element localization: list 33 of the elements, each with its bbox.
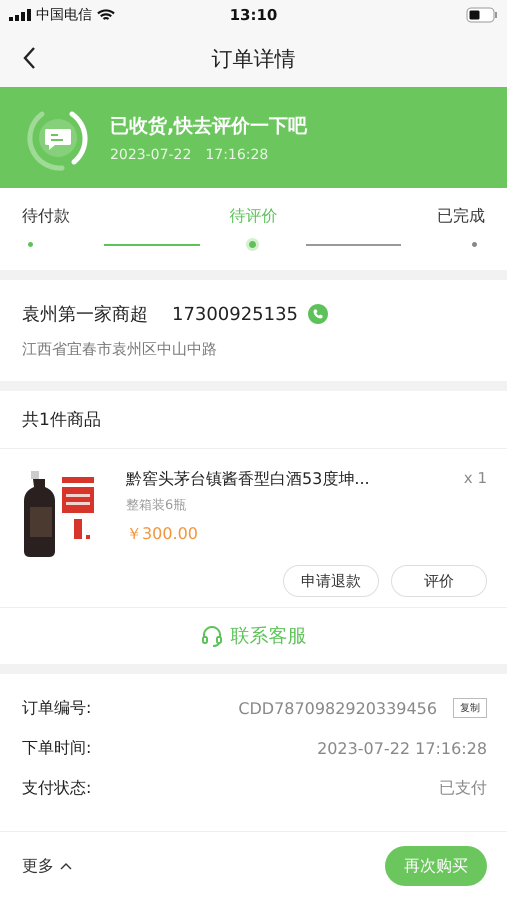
info-label: 订单编号: — [22, 698, 92, 718]
action-button[interactable]: 评价 — [391, 565, 487, 597]
quantity: x 1 — [464, 469, 487, 489]
progress-step: 待付款 — [22, 206, 70, 227]
goods-count: 共1件商品 — [22, 410, 101, 430]
info-value: 已支付 — [438, 778, 487, 798]
signal-icon — [9, 9, 31, 21]
wifi-icon — [97, 8, 115, 22]
status-date: 2023-07-22 — [110, 146, 192, 162]
action-button[interactable]: 申请退款 — [283, 565, 379, 597]
info-label: 支付状态: — [22, 778, 92, 798]
store-address: 江西省宜春市袁州区中山中路 — [22, 340, 218, 359]
progress-step: 已完成 — [437, 206, 485, 227]
caret-icon — [60, 862, 72, 870]
info-value: CDD7870982920339456 — [237, 698, 437, 718]
status-title: 已收货,快去评价一下吧 — [110, 114, 308, 138]
status-time: 17:16:28 — [205, 146, 268, 162]
headset-icon — [200, 625, 222, 647]
product-name: 黔窖头茅台镇酱香型白酒53度坤... — [126, 469, 370, 490]
window-title: 订单详情 — [212, 46, 296, 72]
clock-time: 13:10 — [230, 6, 278, 24]
info-value: 2023-07-22 17:16:28 — [316, 738, 487, 758]
progress-step: 待评价 — [230, 206, 278, 227]
battery-icon — [466, 7, 498, 23]
carrier-name: 中国电信 — [36, 6, 92, 24]
phone-number: 17300925135 — [172, 304, 298, 324]
back-icon[interactable] — [22, 46, 36, 70]
more-button[interactable]: 更多 — [22, 856, 72, 876]
product-price: ￥300.00 — [126, 524, 199, 545]
store-name: 袁州第一家商超 — [22, 303, 148, 326]
copy-button[interactable]: 复制 — [453, 698, 487, 718]
product-spec: 整箱装6瓶 — [126, 497, 188, 514]
info-label: 下单时间: — [22, 738, 92, 758]
